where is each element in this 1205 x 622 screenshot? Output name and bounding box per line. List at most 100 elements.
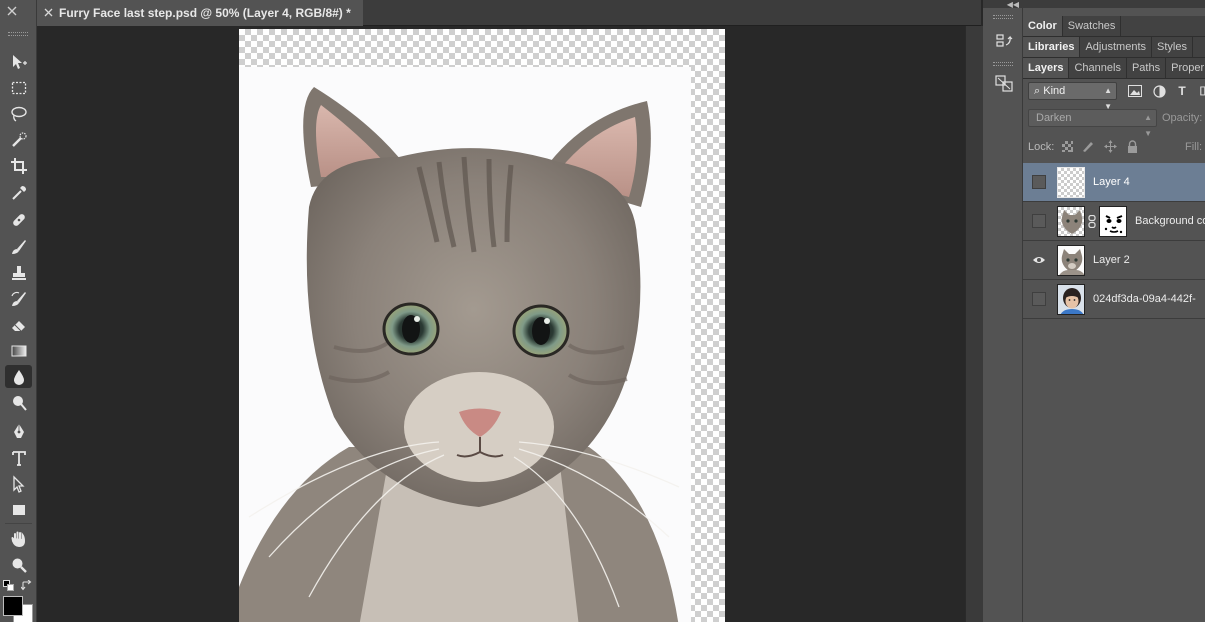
cat-image <box>239 87 680 622</box>
history-brush-icon <box>10 291 26 306</box>
lock-transparent-icon[interactable] <box>1060 139 1074 153</box>
gradient-icon <box>11 345 26 356</box>
lock-all-icon[interactable] <box>1125 139 1139 153</box>
quick-selection-icon <box>11 131 27 147</box>
filter-shape-icon[interactable]: ⌷ <box>1195 83 1205 99</box>
layer-row-layer-4[interactable]: Layer 4 <box>1023 163 1205 202</box>
foreground-color-swatch[interactable] <box>3 596 23 616</box>
path-selection-icon <box>12 474 25 493</box>
tab-paths[interactable]: Paths <box>1127 58 1167 78</box>
gradient-tool[interactable] <box>5 339 32 362</box>
brush-tool[interactable] <box>5 235 32 258</box>
filter-adjustment-icon[interactable] <box>1151 83 1167 99</box>
rectangle-tool[interactable] <box>5 498 32 521</box>
layer-row-024df3da[interactable]: 024df3da-09a4-442f- <box>1023 280 1205 319</box>
quick-selection-tool[interactable] <box>5 128 32 151</box>
tab-libraries[interactable]: Libraries <box>1023 37 1081 57</box>
document-canvas[interactable] <box>239 29 725 622</box>
history-panel-button[interactable] <box>992 29 1016 53</box>
layer-thumbnail <box>1057 206 1085 237</box>
swap-colors-icon[interactable] <box>21 580 32 591</box>
rectangle-icon <box>12 504 25 515</box>
path-selection-tool[interactable] <box>5 472 32 495</box>
filter-kind-select[interactable]: ⌕ Kind ▲ ▼ <box>1028 82 1117 111</box>
eraser-icon <box>11 320 25 331</box>
panel-dock: ◀◀ <box>983 0 1023 622</box>
visibility-toggle[interactable] <box>1032 214 1046 228</box>
eraser-tool[interactable] <box>5 313 32 336</box>
opacity-label: Opacity: <box>1162 112 1203 124</box>
vertical-scrollbar[interactable] <box>965 26 983 622</box>
pen-icon <box>13 423 24 438</box>
eye-icon <box>1033 257 1045 263</box>
tab-channels[interactable]: Channels <box>1069 58 1127 78</box>
tab-layers[interactable]: Layers <box>1023 58 1070 78</box>
collapse-panels-icon[interactable]: ◀◀ <box>1007 1 1019 9</box>
healing-brush-tool[interactable] <box>5 208 32 231</box>
marquee-tool[interactable] <box>5 76 32 99</box>
lasso-icon <box>10 106 27 122</box>
hand-icon <box>11 531 25 547</box>
link-icon[interactable] <box>1088 215 1096 228</box>
visibility-toggle[interactable] <box>1032 253 1046 267</box>
lock-pixels-icon[interactable] <box>1081 139 1095 153</box>
rectangular-marquee-icon <box>11 81 26 94</box>
move-tool[interactable] <box>5 50 32 73</box>
clone-stamp-icon <box>11 265 26 280</box>
visibility-toggle[interactable] <box>1032 292 1046 306</box>
type-tool[interactable] <box>5 446 32 469</box>
clone-stamp-tool[interactable] <box>5 261 32 284</box>
layer-row-background-copy[interactable]: Background co <box>1023 202 1205 241</box>
tools-panel <box>0 0 37 622</box>
dock-grip[interactable] <box>993 62 1013 66</box>
type-icon <box>11 450 26 466</box>
filter-pixel-icon[interactable] <box>1127 83 1143 99</box>
lock-position-icon[interactable] <box>1103 139 1117 153</box>
zoom-tool[interactable] <box>5 553 32 576</box>
move-icon <box>12 54 27 69</box>
tab-adjustments[interactable]: Adjustments <box>1080 37 1152 57</box>
blur-tool[interactable] <box>5 365 32 388</box>
properties-panel-button[interactable] <box>992 71 1016 95</box>
color-panel-tabs: Color Swatches <box>1023 16 1205 37</box>
layer-name: Layer 4 <box>1093 176 1130 188</box>
tab-swatches[interactable]: Swatches <box>1063 16 1122 36</box>
close-icon[interactable] <box>7 6 17 16</box>
layer-row-layer-2[interactable]: Layer 2 <box>1023 241 1205 280</box>
blend-mode-select[interactable]: Darken ▲ ▼ <box>1028 109 1157 138</box>
lock-label: Lock: <box>1028 141 1055 153</box>
layer-thumbnail <box>1057 284 1085 315</box>
dock-grip[interactable] <box>993 15 1013 19</box>
lasso-tool[interactable] <box>5 102 32 125</box>
tab-styles[interactable]: Styles <box>1152 37 1193 57</box>
history-brush-tool[interactable] <box>5 287 32 310</box>
toolbar-grip[interactable] <box>8 32 28 36</box>
hand-tool[interactable] <box>5 527 32 550</box>
layers-list: Layer 4 Background co Layer 2 024df3da-0… <box>1023 163 1205 319</box>
libraries-panel-tabs: Libraries Adjustments Styles <box>1023 37 1205 58</box>
document-tab[interactable]: Furry Face last step.psd @ 50% (Layer 4,… <box>37 0 363 26</box>
tab-color[interactable]: Color <box>1023 16 1063 36</box>
layer-name: Background co <box>1135 215 1205 227</box>
pen-tool[interactable] <box>5 419 32 442</box>
eyedropper-tool[interactable] <box>5 181 32 204</box>
close-icon[interactable] <box>44 8 53 17</box>
layer-thumbnail <box>1057 245 1085 276</box>
filter-type-icon[interactable]: T <box>1174 83 1190 99</box>
dodge-icon <box>12 395 27 411</box>
canvas-area[interactable] <box>37 26 965 622</box>
layer-name: 024df3da-09a4-442f- <box>1093 293 1196 305</box>
tab-properties[interactable]: Proper <box>1166 58 1205 78</box>
crop-icon <box>10 157 27 174</box>
filter-kind-value: Kind <box>1043 85 1066 97</box>
toolbar-divider <box>5 523 32 524</box>
visibility-toggle[interactable] <box>1032 175 1046 189</box>
eyedropper-icon <box>11 185 26 200</box>
dodge-tool[interactable] <box>5 391 32 414</box>
layer-thumbnail <box>1057 167 1085 198</box>
history-icon <box>996 34 1013 47</box>
fill-label: Fill: <box>1185 141 1203 153</box>
layer-mask-thumbnail[interactable] <box>1099 206 1127 237</box>
default-colors-icon[interactable] <box>3 580 14 591</box>
crop-tool[interactable] <box>5 154 32 177</box>
